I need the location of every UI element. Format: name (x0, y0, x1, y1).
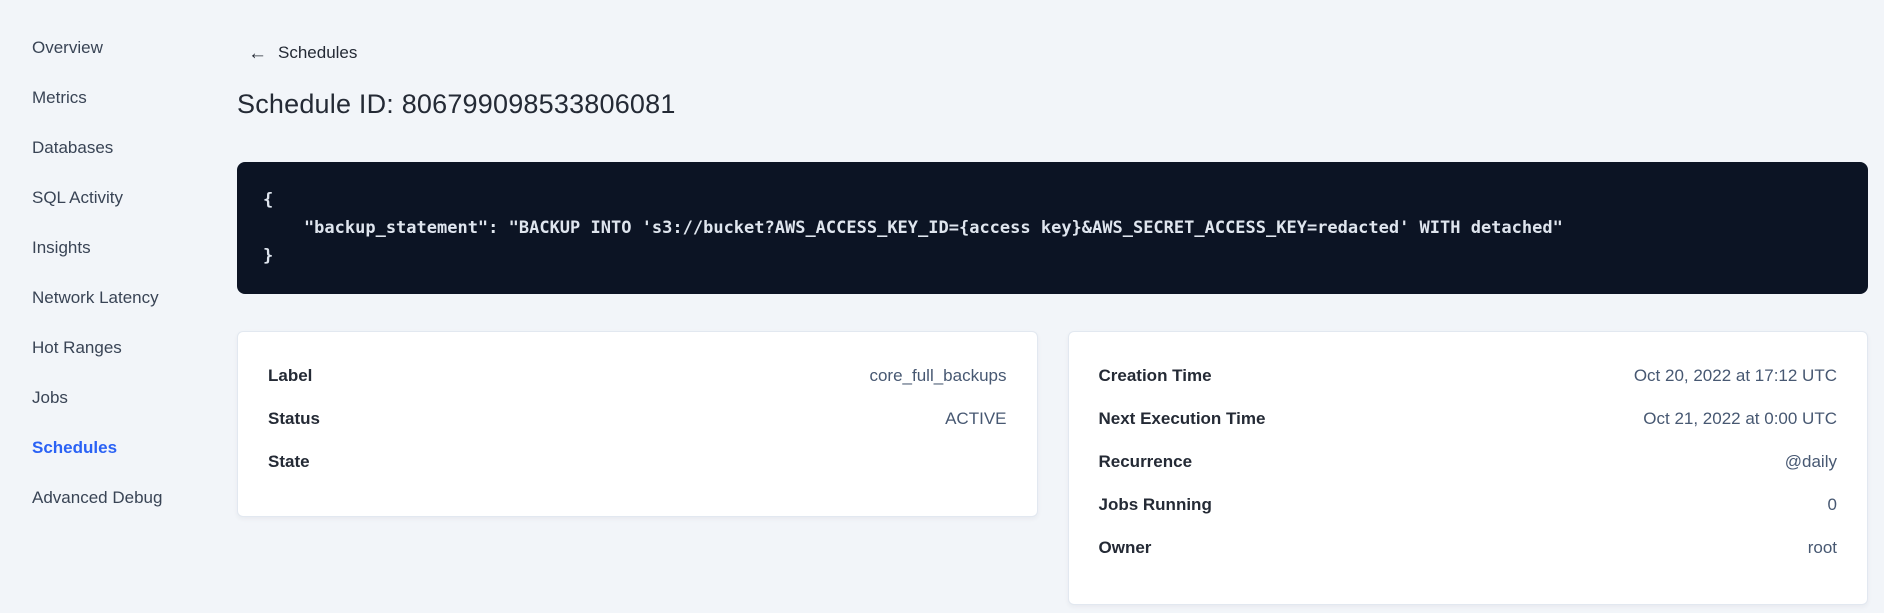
sidebar-item-label: Insights (32, 238, 91, 257)
schedule-summary-card: Label core_full_backups Status ACTIVE St… (237, 331, 1038, 517)
row-creation-time: Creation Time Oct 20, 2022 at 17:12 UTC (1099, 354, 1838, 397)
app: Overview Metrics Databases SQL Activity … (0, 0, 1884, 613)
row-value-text: Oct 20, 2022 at 17:12 UTC (1633, 365, 1837, 385)
row-value-text: Oct 21, 2022 at 0:00 UTC (1643, 408, 1837, 428)
sidebar-item-metrics[interactable]: Metrics (0, 73, 237, 123)
code-line: } (263, 246, 274, 266)
row-label-text: State (268, 451, 310, 471)
sidebar-item-jobs[interactable]: Jobs (0, 373, 237, 423)
backup-statement-code-block: { "backup_statement": "BACKUP INTO 's3:/… (237, 162, 1868, 294)
sidebar-item-label: Schedules (32, 438, 118, 457)
row-label-text: Jobs Running (1098, 494, 1212, 514)
sidebar-item-schedules[interactable]: Schedules (0, 423, 237, 473)
row-next-execution-time: Next Execution Time Oct 21, 2022 at 0:00… (1099, 397, 1838, 440)
row-jobs-running: Jobs Running 0 (1099, 483, 1838, 526)
sidebar-item-label: Jobs (32, 388, 68, 407)
back-arrow-icon[interactable]: ← (248, 44, 267, 63)
sidebar-item-label: Network Latency (32, 288, 159, 307)
sidebar-item-label: Metrics (32, 88, 87, 107)
row-value-text: @daily (1784, 451, 1837, 471)
sidebar-item-databases[interactable]: Databases (0, 123, 237, 173)
code-line: "backup_statement": "BACKUP INTO 's3://b… (263, 218, 1563, 238)
back-link-label[interactable]: Schedules (278, 43, 357, 63)
row-value-text: ACTIVE (945, 408, 1007, 428)
execution-summary-card: Creation Time Oct 20, 2022 at 17:12 UTC … (1067, 331, 1868, 605)
sidebar: Overview Metrics Databases SQL Activity … (0, 0, 237, 613)
row-state: State (268, 440, 1007, 483)
sidebar-item-network-latency[interactable]: Network Latency (0, 273, 237, 323)
row-label: Label core_full_backups (268, 354, 1007, 397)
row-label-text: Next Execution Time (1098, 408, 1266, 428)
row-value-text: core_full_backups (869, 365, 1007, 385)
sidebar-item-hot-ranges[interactable]: Hot Ranges (0, 323, 237, 373)
sidebar-item-label: Databases (32, 138, 114, 157)
back-to-schedules-link[interactable]: ← Schedules (237, 42, 357, 64)
sidebar-item-label: Advanced Debug (32, 488, 163, 507)
row-label-text: Status (268, 408, 320, 428)
row-recurrence: Recurrence @daily (1099, 440, 1838, 483)
summary-cards: Label core_full_backups Status ACTIVE St… (237, 331, 1868, 605)
page-title: Schedule ID: 806799098533806081 (237, 89, 676, 119)
sidebar-item-insights[interactable]: Insights (0, 223, 237, 273)
sidebar-item-overview[interactable]: Overview (0, 23, 237, 73)
sidebar-item-advanced-debug[interactable]: Advanced Debug (0, 473, 237, 523)
row-label-text: Recurrence (1098, 451, 1193, 471)
row-label-text: Label (268, 365, 313, 385)
row-value-text: 0 (1827, 494, 1837, 514)
code-line: { (263, 190, 274, 210)
main-content: ← Schedules Schedule ID: 806799098533806… (237, 0, 1884, 613)
row-label-text: Owner (1098, 537, 1152, 557)
sidebar-item-sql-activity[interactable]: SQL Activity (0, 173, 237, 223)
sidebar-item-label: Hot Ranges (32, 338, 122, 357)
sidebar-item-label: SQL Activity (32, 188, 124, 207)
row-owner: Owner root (1099, 526, 1838, 569)
row-label-text: Creation Time (1098, 365, 1212, 385)
row-status: Status ACTIVE (268, 397, 1007, 440)
sidebar-item-label: Overview (32, 38, 103, 57)
row-value-text: root (1807, 537, 1837, 557)
